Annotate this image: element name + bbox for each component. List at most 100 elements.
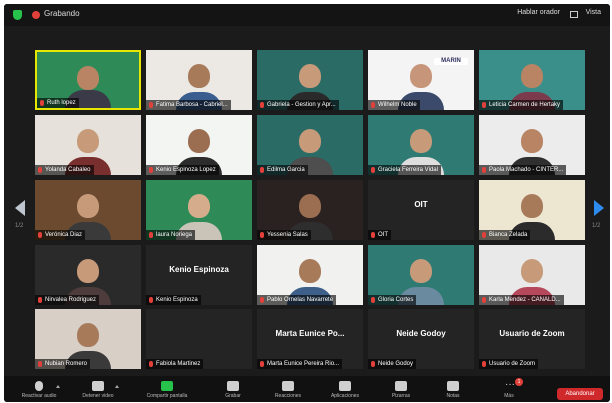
apps-button[interactable]: Aplicaciones [316, 376, 374, 402]
start-video-button[interactable]: Detener video [69, 376, 127, 402]
microphone-off-icon [35, 381, 43, 391]
participant-name-tag: Paola Machado - CINTER... [479, 165, 567, 175]
participant-name: Nirvalea Rodriguez [45, 297, 97, 303]
participant-tile[interactable]: Ruth lopez [35, 50, 141, 110]
grid-view-icon[interactable] [570, 11, 578, 18]
participant-name: Wilhelm Noble [378, 102, 417, 108]
unmute-button[interactable]: Reactivar audio [10, 376, 68, 402]
participant-name: Edilma Garcia [267, 167, 305, 173]
participant-name: Nubian Romero [45, 361, 88, 367]
participant-tile[interactable]: Paola Machado - CINTER... [479, 115, 585, 175]
participant-name-tag: Fatima Barbosa - Cabriel... [146, 100, 231, 110]
apps-icon [339, 381, 351, 391]
view-button[interactable]: Vista [586, 9, 601, 16]
participant-name-tag: OIT [368, 230, 391, 240]
participant-name: Gloria Cortes [378, 297, 414, 303]
notes-icon [447, 381, 459, 391]
zoom-meeting-window: Grabando Hablar orador Vista 1/2 1/2 Rut… [4, 4, 610, 402]
participant-face [299, 194, 321, 218]
participant-tile[interactable]: OIT OIT [368, 180, 474, 240]
speaker-view-button[interactable]: Hablar orador [517, 9, 560, 16]
participant-name: Fatima Barbosa - Cabriel... [156, 102, 228, 108]
participant-display-name: Usuario de Zoom [499, 329, 565, 338]
participant-tile[interactable]: Fabiola Martinez [146, 309, 252, 369]
security-shield-icon[interactable] [13, 10, 22, 20]
participant-tile[interactable]: Fatima Barbosa - Cabriel... [146, 50, 252, 110]
participant-tile[interactable]: Graciela Ferreira Vidal [368, 115, 474, 175]
participant-face [410, 64, 432, 88]
whiteboard-button[interactable]: Pizarras [372, 376, 430, 402]
participant-name: Paola Machado - CINTER... [489, 167, 564, 173]
more-button[interactable]: ··· 1 Más [480, 376, 538, 402]
participant-name-tag: Fabiola Martinez [146, 359, 204, 369]
participant-face [521, 194, 543, 218]
notification-badge: 1 [515, 378, 523, 386]
leave-meeting-button[interactable]: Abandonar [557, 388, 603, 400]
muted-microphone-icon [482, 167, 486, 173]
participant-tile[interactable]: Usuario de Zoom Usuario de Zoom [479, 309, 585, 369]
participant-face [299, 129, 321, 153]
participant-tile[interactable]: Karla Mendez - CANALD... [479, 245, 585, 305]
participant-tile[interactable]: MARIN Wilhelm Noble [368, 50, 474, 110]
participant-tile[interactable]: Marta Eunice Po... Marta Eunice Pereira R… [257, 309, 363, 369]
muted-microphone-icon [38, 361, 42, 367]
participant-name-tag: Wilhelm Noble [368, 100, 420, 110]
participant-tile[interactable]: Kenio Espinoza Lopez [146, 115, 252, 175]
participant-tile[interactable]: Nirvalea Rodriguez [35, 245, 141, 305]
participant-name-tag: Bianca Zelada [479, 230, 531, 240]
sparkle-icon [282, 381, 294, 391]
record-button[interactable]: Grabar [204, 376, 262, 402]
participant-tile[interactable]: Yolanda Cabaleo [35, 115, 141, 175]
previous-page-arrow-icon[interactable] [15, 200, 25, 216]
participant-tile[interactable]: Nubian Romero [35, 309, 141, 369]
participant-name-tag: Gloria Cortes [368, 295, 417, 305]
muted-microphone-icon [260, 167, 264, 173]
participant-tile[interactable]: Kenio Espinoza Kenio Espinoza [146, 245, 252, 305]
participant-name: Bianca Zelada [489, 232, 528, 238]
participant-name: Pablo Ornelas Navarrete [267, 297, 334, 303]
toolbar-button-label: Más [504, 393, 514, 399]
title-bar: Grabando Hablar orador Vista [4, 4, 610, 26]
participant-tile[interactable]: Gabriela - Gestion y Apr... [257, 50, 363, 110]
participant-name-tag: Leticia Carmen de Hertaky [479, 100, 564, 110]
chevron-up-icon[interactable] [115, 385, 119, 388]
participant-tile[interactable]: Bianca Zelada [479, 180, 585, 240]
participant-face [77, 129, 99, 153]
participant-display-name: Neide Godoy [396, 329, 446, 338]
reactions-button[interactable]: Reacciones [259, 376, 317, 402]
participant-tile[interactable]: laura Noriega [146, 180, 252, 240]
muted-microphone-icon [371, 361, 375, 367]
notes-button[interactable]: Notas [424, 376, 482, 402]
muted-microphone-icon [482, 361, 486, 367]
muted-microphone-icon [371, 297, 375, 303]
muted-microphone-icon [482, 232, 486, 238]
participant-name-tag: Verónica Diaz [35, 230, 86, 240]
participant-display-name: Kenio Espinoza [169, 265, 229, 274]
participant-tile[interactable]: Pablo Ornelas Navarrete [257, 245, 363, 305]
participant-tile[interactable]: Yessenia Salas [257, 180, 363, 240]
participant-name-tag: Yessenia Salas [257, 230, 311, 240]
participant-tile[interactable]: Gloria Cortes [368, 245, 474, 305]
next-page-arrow-icon[interactable] [594, 200, 604, 216]
chevron-up-icon[interactable] [56, 385, 60, 388]
share-screen-icon [161, 381, 173, 391]
participant-name-tag: Marta Eunice Pereira Rio... [257, 359, 343, 369]
participant-tile[interactable]: Leticia Carmen de Hertaky [479, 50, 585, 110]
participant-name-tag: Karla Mendez - CANALD... [479, 295, 564, 305]
participant-name: laura Noriega [156, 232, 193, 238]
whiteboard-icon [395, 381, 407, 391]
participant-face [77, 194, 99, 218]
participant-tile[interactable]: Neide Godoy Neide Godoy [368, 309, 474, 369]
participant-name: Neide Godoy [378, 361, 414, 367]
muted-microphone-icon [38, 297, 42, 303]
muted-microphone-icon [482, 297, 486, 303]
share-screen-button[interactable]: Compartir pantalla [138, 376, 196, 402]
recording-indicator-icon [32, 11, 40, 19]
participant-face [188, 129, 210, 153]
participant-face [77, 259, 99, 283]
muted-microphone-icon [149, 232, 153, 238]
participant-tile[interactable]: Edilma Garcia [257, 115, 363, 175]
participant-tile[interactable]: Verónica Diaz [35, 180, 141, 240]
muted-microphone-icon [149, 297, 153, 303]
participant-name: Karla Mendez - CANALD... [489, 297, 561, 303]
